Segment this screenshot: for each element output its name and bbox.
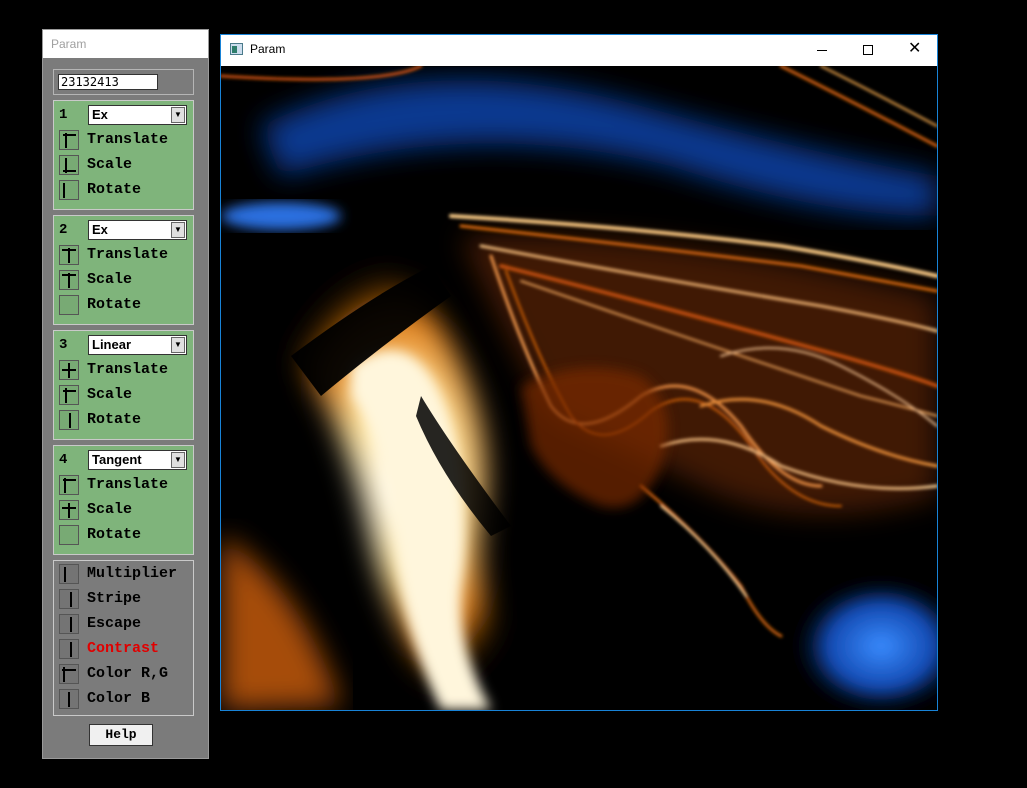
fractal-canvas[interactable] (221, 66, 937, 710)
param-label: Scale (87, 386, 133, 403)
group-number: 1 (59, 107, 68, 123)
translate-slider[interactable] (59, 360, 79, 380)
param-row-stripe: Stripe (59, 588, 191, 612)
param-row-rotate: Rotate (59, 294, 191, 318)
function-select[interactable]: Ex ▼ (88, 105, 187, 125)
group-number: 2 (59, 222, 68, 238)
param-row-rotate: Rotate (59, 524, 191, 548)
group-number: 3 (59, 337, 68, 353)
dropdown-arrow-icon[interactable]: ▼ (171, 337, 185, 353)
param-label: Translate (87, 476, 169, 493)
function-select[interactable]: Linear ▼ (88, 335, 187, 355)
param-label: Scale (87, 271, 133, 288)
param-label: Scale (87, 156, 133, 173)
app-window-icon (230, 43, 243, 55)
seed-input[interactable]: 23132413 (58, 74, 158, 90)
translate-slider[interactable] (59, 130, 79, 150)
multiplier-slider[interactable] (59, 564, 79, 584)
control-panel-title: Param (51, 37, 87, 51)
group-number: 4 (59, 452, 68, 468)
scale-slider[interactable] (59, 500, 79, 520)
seed-box: 23132413 (53, 69, 194, 95)
maximize-icon (863, 45, 873, 55)
render-titlebar[interactable]: Param ✕ (221, 35, 937, 66)
rotate-slider[interactable] (59, 295, 79, 315)
transform-group-3: 3 Linear ▼ Translate Scale Rotate (53, 330, 194, 440)
function-select[interactable]: Ex ▼ (88, 220, 187, 240)
close-icon: ✕ (908, 40, 922, 57)
rotate-slider[interactable] (59, 180, 79, 200)
param-label: Translate (87, 361, 169, 378)
param-row-multiplier: Multiplier (59, 563, 191, 587)
scale-slider[interactable] (59, 270, 79, 290)
param-label: Rotate (87, 411, 142, 428)
param-row-color-b: Color B (59, 688, 191, 712)
color-b-slider[interactable] (59, 689, 79, 709)
param-label: Rotate (87, 181, 142, 198)
help-button[interactable]: Help (89, 724, 153, 746)
param-row-translate: Translate (59, 359, 191, 383)
transform-group-1: 1 Ex ▼ Translate Scale Rotate (53, 100, 194, 210)
fractal-image (221, 66, 937, 710)
param-row-contrast: Contrast (59, 638, 191, 662)
param-label: Stripe (87, 590, 142, 607)
render-window-title: Param (250, 42, 286, 56)
function-select-value: Tangent (92, 452, 142, 467)
color-rg-slider[interactable] (59, 664, 79, 684)
param-row-scale: Scale (59, 154, 191, 178)
param-row-scale: Scale (59, 384, 191, 408)
function-select-value: Ex (92, 222, 108, 237)
control-panel-titlebar[interactable]: Param (43, 30, 208, 58)
function-select-value: Linear (92, 337, 132, 352)
transform-group-4: 4 Tangent ▼ Translate Scale Rotate (53, 445, 194, 555)
param-label: Rotate (87, 296, 142, 313)
param-label-active: Contrast (87, 640, 160, 657)
scale-slider[interactable] (59, 155, 79, 175)
dropdown-arrow-icon[interactable]: ▼ (171, 452, 185, 468)
param-label: Scale (87, 501, 133, 518)
param-row-color-rg: Color R,G (59, 663, 191, 687)
rotate-slider[interactable] (59, 410, 79, 430)
function-select-value: Ex (92, 107, 108, 122)
param-label: Multiplier (87, 565, 178, 582)
param-label: Rotate (87, 526, 142, 543)
contrast-slider[interactable] (59, 639, 79, 659)
maximize-button[interactable] (845, 35, 891, 65)
param-label: Translate (87, 131, 169, 148)
render-window: Param ✕ (220, 34, 938, 711)
param-row-escape: Escape (59, 613, 191, 637)
param-row-scale: Scale (59, 499, 191, 523)
param-label: Color R,G (87, 665, 169, 682)
param-row-translate: Translate (59, 474, 191, 498)
global-params-group: Multiplier Stripe Escape Contrast Color … (53, 560, 194, 716)
dropdown-arrow-icon[interactable]: ▼ (171, 107, 185, 123)
minimize-button[interactable] (799, 35, 845, 65)
param-label: Escape (87, 615, 142, 632)
param-row-translate: Translate (59, 244, 191, 268)
param-row-translate: Translate (59, 129, 191, 153)
stripe-slider[interactable] (59, 589, 79, 609)
param-row-scale: Scale (59, 269, 191, 293)
param-label: Color B (87, 690, 151, 707)
close-button[interactable]: ✕ (891, 35, 937, 65)
transform-group-2: 2 Ex ▼ Translate Scale Rotate (53, 215, 194, 325)
param-row-rotate: Rotate (59, 179, 191, 203)
param-row-rotate: Rotate (59, 409, 191, 433)
param-label: Translate (87, 246, 169, 263)
function-select[interactable]: Tangent ▼ (88, 450, 187, 470)
scale-slider[interactable] (59, 385, 79, 405)
dropdown-arrow-icon[interactable]: ▼ (171, 222, 185, 238)
rotate-slider[interactable] (59, 525, 79, 545)
minimize-icon (817, 50, 827, 51)
control-panel-window: Param 23132413 1 Ex ▼ Translate Scale Ro… (42, 29, 209, 759)
translate-slider[interactable] (59, 475, 79, 495)
escape-slider[interactable] (59, 614, 79, 634)
translate-slider[interactable] (59, 245, 79, 265)
